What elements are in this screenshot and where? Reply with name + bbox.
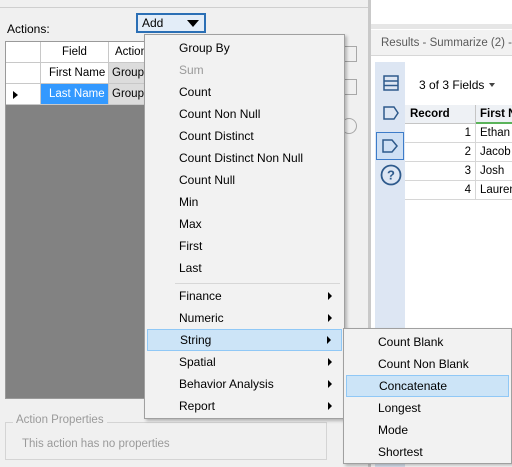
results-cell-first-name[interactable]: Ethan <box>476 124 512 143</box>
results-top-area <box>371 0 512 24</box>
menu-item-concatenate[interactable]: Concatenate <box>346 375 509 397</box>
menu-item-shortest[interactable]: Shortest <box>346 441 509 463</box>
menu-item-last[interactable]: Last <box>147 257 342 279</box>
row-header[interactable] <box>6 63 41 84</box>
svg-text:?: ? <box>387 168 395 183</box>
results-tab-title[interactable]: Results - Summarize (2) - O <box>371 30 512 56</box>
menu-item-sum[interactable]: Sum <box>147 59 342 81</box>
menu-item-group-by[interactable]: Group By <box>147 37 342 59</box>
chevron-right-icon <box>328 314 332 322</box>
chevron-right-icon <box>327 336 331 344</box>
results-cell-first-name[interactable]: Josh <box>476 162 512 181</box>
panel-top-border <box>0 0 368 8</box>
play-arrow-icon <box>13 91 18 99</box>
results-cell-record[interactable]: 2 <box>405 143 476 162</box>
dropdown-arrow-icon <box>187 20 199 27</box>
submenu-behavior-analysis[interactable]: Behavior Analysis <box>147 373 342 395</box>
chevron-right-icon <box>328 380 332 388</box>
grid-cell-field-selected[interactable]: Last Name <box>41 84 109 105</box>
results-divider <box>371 24 512 29</box>
menu-item-mode[interactable]: Mode <box>346 419 509 441</box>
menu-item-count-non-null[interactable]: Count Non Null <box>147 103 342 125</box>
submenu-spatial[interactable]: Spatial <box>147 351 342 373</box>
menu-item-min[interactable]: Min <box>147 191 342 213</box>
chevron-right-icon <box>328 402 332 410</box>
help-icon[interactable]: ? <box>380 164 402 186</box>
submenu-finance[interactable]: Finance <box>147 285 342 307</box>
submenu-label: Spatial <box>179 355 216 369</box>
grid-header-field[interactable]: Field <box>41 42 109 63</box>
actions-grid[interactable]: Field Action First Name Group By Last Na… <box>5 41 149 399</box>
grid-cell-action[interactable]: Group By <box>109 84 149 105</box>
chevron-right-icon <box>328 358 332 366</box>
metadata-tab[interactable] <box>376 132 404 160</box>
results-cell-first-name[interactable]: Lauren <box>476 181 512 200</box>
table-icon[interactable] <box>382 74 400 92</box>
tag-icon[interactable] <box>382 104 400 122</box>
grid-cell-action[interactable]: Group By <box>109 63 149 84</box>
menu-separator <box>175 283 340 284</box>
chevron-down-icon <box>489 83 495 87</box>
action-properties-text: This action has no properties <box>22 438 170 450</box>
menu-item-count-null[interactable]: Count Null <box>147 169 342 191</box>
fields-count-dropdown[interactable]: 3 of 3 Fields <box>419 78 484 92</box>
chevron-right-icon <box>328 292 332 300</box>
menu-item-count-distinct-non-null[interactable]: Count Distinct Non Null <box>147 147 342 169</box>
results-cell-record[interactable]: 3 <box>405 162 476 181</box>
results-cell-record[interactable]: 4 <box>405 181 476 200</box>
menu-item-count-distinct[interactable]: Count Distinct <box>147 125 342 147</box>
tag-icon <box>382 139 398 153</box>
submenu-report[interactable]: Report <box>147 395 342 417</box>
results-header-record[interactable]: Record <box>405 105 476 124</box>
menu-item-count-non-blank[interactable]: Count Non Blank <box>346 353 509 375</box>
add-button-label: Add <box>142 16 164 30</box>
row-header-selected[interactable] <box>6 84 41 105</box>
results-cell-first-name[interactable]: Jacob <box>476 143 512 162</box>
results-header-first-name[interactable]: First N <box>476 105 512 124</box>
menu-item-max[interactable]: Max <box>147 213 342 235</box>
menu-item-first[interactable]: First <box>147 235 342 257</box>
submenu-string[interactable]: String <box>147 329 342 351</box>
add-action-menu: Group By Sum Count Count Non Null Count … <box>144 34 345 419</box>
submenu-label: Numeric <box>179 311 224 325</box>
string-submenu: Count Blank Count Non Blank Concatenate … <box>343 328 512 464</box>
action-properties-title: Action Properties <box>13 414 107 426</box>
submenu-label: Report <box>179 399 216 413</box>
add-action-dropdown[interactable]: Add <box>136 13 206 33</box>
submenu-label: Finance <box>179 289 222 303</box>
submenu-label: Behavior Analysis <box>179 377 274 391</box>
grid-corner-header <box>6 42 41 63</box>
menu-item-count[interactable]: Count <box>147 81 342 103</box>
results-cell-record[interactable]: 1 <box>405 124 476 143</box>
menu-item-longest[interactable]: Longest <box>346 397 509 419</box>
submenu-numeric[interactable]: Numeric <box>147 307 342 329</box>
actions-label: Actions: <box>7 22 50 36</box>
grid-header-action[interactable]: Action <box>109 42 149 63</box>
grid-cell-field[interactable]: First Name <box>41 63 109 84</box>
submenu-label: String <box>180 333 212 347</box>
menu-item-count-blank[interactable]: Count Blank <box>346 331 509 353</box>
